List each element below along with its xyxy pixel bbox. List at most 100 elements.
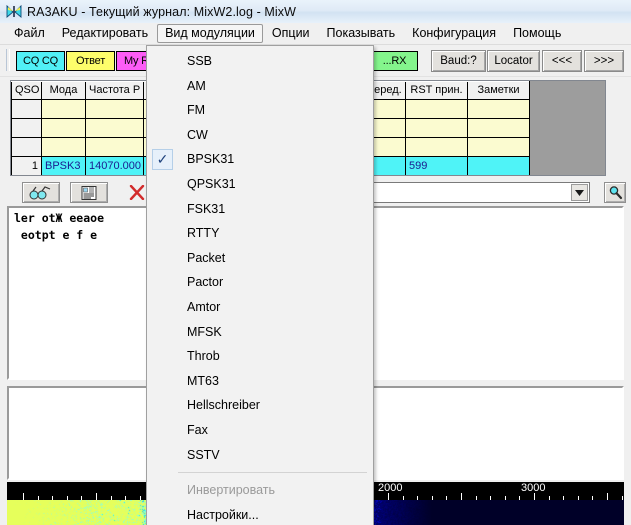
butterfly-icon [6,4,22,20]
chevron-down-icon[interactable] [571,184,588,201]
dropdown-separator [178,472,367,474]
waterfall-tick [23,493,24,500]
dropdown-item-label: BPSK31 [187,152,235,167]
cell-mode[interactable] [41,137,86,157]
menu-help[interactable]: Помощь [505,24,569,43]
menu-configuration[interactable]: Конфигурация [404,24,504,43]
cell-filler [529,137,605,157]
waterfall-label-2000: 2000 [378,482,403,494]
menu-options[interactable]: Опции [264,24,318,43]
menu-mode[interactable]: Вид модуляции [157,24,263,43]
cell-frequency[interactable] [85,118,144,138]
locator-button[interactable]: Locator [487,50,540,72]
dropdown-item-label: Packet [187,250,226,265]
mode-dropdown-menu[interactable]: SSB AM FM CW ✓ BPSK31 QPSK31 FSK31 RTTY Packet Pac… [146,45,374,525]
dropdown-item-label: Throb [187,349,220,364]
dropdown-item-sstv[interactable]: SSTV [147,443,373,468]
mixw-application-window: RA3AKU - Текущий журнал: MixW2.log - Mix… [0,0,631,525]
waterfall-tick [388,493,389,500]
dropdown-item-bpsk31[interactable]: ✓ BPSK31 [147,147,373,172]
dropdown-item-cw[interactable]: CW [147,123,373,148]
toolbar-grip [6,49,10,71]
cell-filler [529,99,605,119]
cell-filler [529,156,605,175]
cell-frequency[interactable] [85,99,144,119]
macro-button-rx[interactable]: ...RX [371,51,418,71]
dropdown-item-fax[interactable]: Fax [147,418,373,443]
dropdown-item-label: FSK31 [187,201,226,216]
dropdown-item-fm[interactable]: FM [147,98,373,123]
dropdown-item-label: AM [187,78,206,93]
cell-mode[interactable]: BPSK3 [41,156,86,175]
dropdown-item-mfsk[interactable]: MFSK [147,320,373,345]
menu-view[interactable]: Показывать [319,24,404,43]
dropdown-item-настройки[interactable]: Настройки... [147,503,373,525]
dropdown-item-label: CW [187,127,208,142]
binoculars-icon[interactable] [22,182,60,203]
dropdown-item-label: MFSK [187,324,222,339]
search-icon[interactable] [604,182,626,203]
cell-qso[interactable]: 1 [11,156,42,175]
cell-frequency[interactable]: 14070.000 [85,156,144,175]
dropdown-item-label: Pactor [187,275,224,290]
cell-mode[interactable] [41,118,86,138]
menu-file[interactable]: Файл [6,24,53,43]
dropdown-item-label: MT63 [187,373,219,388]
waterfall-tick [534,493,535,500]
cell-rst-received[interactable] [405,99,468,119]
cell-qso[interactable] [11,118,42,138]
dropdown-item-label: RTTY [187,226,220,241]
cell-rst-received[interactable] [405,137,468,157]
document-icon[interactable] [70,182,108,203]
checkmark-icon: ✓ [152,149,173,171]
dropdown-item-label: Amtor [187,299,221,314]
macro-button-cq[interactable]: CQ CQ [16,51,65,71]
title-bar: RA3AKU - Текущий журнал: MixW2.log - Mix… [0,0,631,24]
dropdown-item-label: SSB [187,54,213,68]
cell-notes[interactable] [467,137,530,157]
callsign-search-input[interactable] [368,182,590,203]
col-filler [529,81,605,100]
waterfall-tick [96,493,97,500]
dropdown-item-qpsk31[interactable]: QPSK31 [147,172,373,197]
macro-button-answer[interactable]: Ответ [66,51,115,71]
dropdown-item-label: FM [187,103,206,118]
col-rst-received[interactable]: RST прин. [405,81,468,100]
dropdown-item-label: SSTV [187,447,220,462]
baud-button[interactable]: Baud:? [431,50,486,72]
dropdown-item-инвертировать: Инвертировать [147,478,373,503]
cell-notes[interactable] [467,156,530,175]
dropdown-item-ssb[interactable]: SSB [147,49,373,74]
waterfall-tick [461,493,462,500]
menu-bar: Файл Редактировать Вид модуляции Опции П… [0,23,631,45]
cell-qso[interactable] [11,99,42,119]
dropdown-item-hellschreiber[interactable]: Hellschreiber [147,393,373,418]
window-title: RA3AKU - Текущий журнал: MixW2.log - Mix… [27,4,297,19]
dropdown-item-rtty[interactable]: RTTY [147,221,373,246]
dropdown-item-label: QPSK31 [187,176,236,191]
cell-notes[interactable] [467,99,530,119]
menu-edit[interactable]: Редактировать [54,24,156,43]
dropdown-item-mt63[interactable]: MT63 [147,369,373,394]
cell-rst-received[interactable]: 599 [405,156,468,175]
prev-button[interactable]: <<< [542,50,582,72]
dropdown-item-throb[interactable]: Throb [147,344,373,369]
dropdown-item-label: Настройки... [187,507,259,522]
cell-rst-received[interactable] [405,118,468,138]
col-frequency[interactable]: Частота Р [85,81,144,100]
cell-mode[interactable] [41,99,86,119]
dropdown-item-label: Hellschreiber [187,398,260,413]
dropdown-item-pactor[interactable]: Pactor [147,270,373,295]
col-notes[interactable]: Заметки [467,81,530,100]
dropdown-item-label: Fax [187,422,208,437]
dropdown-item-amtor[interactable]: Amtor [147,295,373,320]
dropdown-item-am[interactable]: AM [147,74,373,99]
col-mode[interactable]: Мода [41,81,86,100]
next-button[interactable]: >>> [584,50,624,72]
dropdown-item-fsk31[interactable]: FSK31 [147,197,373,222]
cell-qso[interactable] [11,137,42,157]
dropdown-item-packet[interactable]: Packet [147,246,373,271]
cell-frequency[interactable] [85,137,144,157]
col-qso[interactable]: QSO [11,81,42,100]
cell-notes[interactable] [467,118,530,138]
